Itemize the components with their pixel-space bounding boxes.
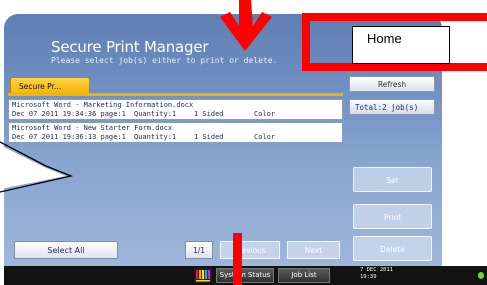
previous-button[interactable]: Previous	[220, 241, 280, 259]
clock-date: 7 DEC 2011	[360, 267, 394, 273]
next-button[interactable]: Next	[287, 241, 340, 259]
job-color: Color	[254, 110, 276, 118]
job-row-2[interactable]: Microsoft Word - New Starter Form.docx D…	[8, 122, 343, 143]
job-meta: Dec 07 2011 19:36:13 page:1 Quantity:1 1 S…	[12, 133, 339, 142]
print-button[interactable]: Print	[353, 204, 432, 229]
delete-button[interactable]: Delete	[353, 236, 432, 261]
job-list: Microsoft Word - Marketing Information.d…	[8, 99, 343, 147]
home-annotation-label: Home	[352, 26, 450, 64]
page-indicator: 1/1	[185, 241, 213, 259]
job-quantity: Quantity:1	[134, 133, 177, 141]
job-sides: 1 Sided	[194, 133, 224, 141]
job-date: Dec 07 2011 19:36:13 page:1	[12, 133, 126, 141]
clock-time: 19:39	[360, 274, 377, 280]
job-list-button[interactable]: Job List	[278, 268, 330, 283]
job-row-1[interactable]: Microsoft Word - Marketing Information.d…	[8, 99, 343, 120]
status-lamp-icon	[478, 272, 484, 279]
job-meta: Dec 07 2011 19:34:36 page:1 Quantity:1 1 S…	[12, 110, 339, 119]
tab-secure-print[interactable]: Secure Pr...	[10, 77, 90, 94]
job-color: Color	[254, 133, 276, 141]
job-quantity: Quantity:1	[134, 110, 177, 118]
refresh-button[interactable]: Refresh	[349, 76, 435, 92]
set-button[interactable]: Set	[353, 167, 432, 192]
tab-underline	[8, 93, 343, 96]
page-subtitle: Please select job(s) either to print or …	[51, 56, 278, 65]
job-name: Microsoft Word - Marketing Information.d…	[12, 101, 194, 109]
job-sides: 1 Sided	[194, 110, 224, 118]
job-name: Microsoft Word - New Starter Form.docx	[12, 124, 173, 132]
color-bars-icon	[194, 268, 212, 283]
clock: 7 DEC 2011 19:39	[360, 267, 393, 281]
system-status-button[interactable]: System Status	[216, 268, 274, 283]
select-all-button[interactable]: Select All	[14, 241, 118, 259]
total-jobs-badge: Total:2 job(s)	[349, 99, 435, 115]
status-bar: System Status Job List 7 DEC 2011 19:39	[4, 266, 487, 285]
page-title: Secure Print Manager	[51, 38, 209, 56]
job-date: Dec 07 2011 19:34:36 page:1	[12, 110, 126, 118]
